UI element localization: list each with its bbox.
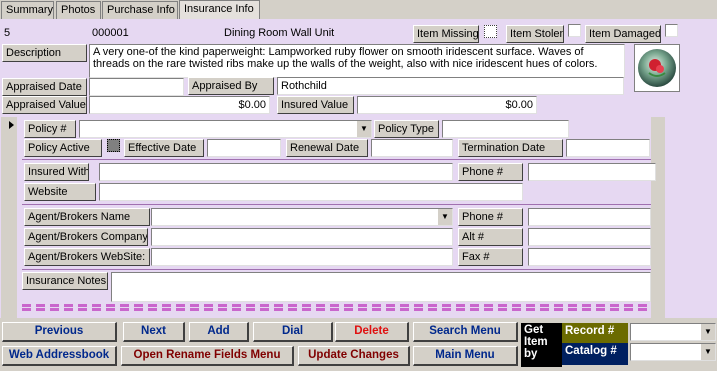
policy-type-field[interactable] bbox=[442, 120, 569, 138]
search-menu-button[interactable]: Search Menu bbox=[413, 322, 518, 342]
agent-phone-label: Phone # bbox=[458, 208, 523, 226]
agent-company-label: Agent/Brokers Company bbox=[24, 228, 148, 246]
insurance-panel: 5 000001 Dining Room Wall Unit Item Miss… bbox=[0, 19, 717, 318]
right-gutter bbox=[651, 117, 665, 318]
description-field[interactable]: A very one-of the kind paperweight: Lamp… bbox=[89, 44, 625, 78]
item-number: 5 bbox=[4, 27, 11, 39]
policy-active-checkbox[interactable] bbox=[107, 139, 120, 152]
policy-type-label: Policy Type bbox=[374, 120, 439, 138]
agent-website-field[interactable] bbox=[151, 248, 453, 266]
rename-fields-button[interactable]: Open Rename Fields Menu bbox=[121, 346, 294, 366]
divider bbox=[22, 204, 651, 205]
add-button[interactable]: Add bbox=[189, 322, 249, 342]
next-button[interactable]: Next bbox=[123, 322, 185, 342]
catalog-number-label: Catalog # bbox=[562, 343, 628, 365]
record-number-select[interactable]: ▼ bbox=[630, 323, 716, 341]
item-damaged-button[interactable]: Item Damaged bbox=[585, 25, 661, 43]
tab-purchase-info[interactable]: Purchase Info bbox=[102, 1, 178, 19]
record-selector[interactable] bbox=[1, 117, 17, 318]
item-missing-checkbox[interactable] bbox=[484, 25, 497, 38]
phone-label: Phone # bbox=[458, 163, 523, 181]
item-name: Dining Room Wall Unit bbox=[224, 27, 335, 39]
policy-number-select[interactable]: ▼ bbox=[79, 120, 372, 138]
insurance-notes-field[interactable] bbox=[111, 272, 651, 302]
update-changes-button[interactable]: Update Changes bbox=[298, 346, 410, 366]
previous-button[interactable]: Previous bbox=[2, 322, 117, 342]
phone-field[interactable] bbox=[528, 163, 656, 181]
appraised-date-field[interactable] bbox=[89, 78, 184, 96]
alt-phone-label: Alt # bbox=[458, 228, 523, 246]
effective-date-field[interactable] bbox=[207, 139, 281, 157]
record-separator bbox=[22, 304, 651, 311]
record-number-label: Record # bbox=[562, 323, 628, 343]
agent-website-button[interactable]: Agent/Brokers WebSite: bbox=[24, 248, 150, 266]
agent-name-label: Agent/Brokers Name bbox=[24, 208, 150, 226]
chevron-down-icon[interactable]: ▼ bbox=[356, 121, 371, 137]
tab-insurance-info[interactable]: Insurance Info bbox=[179, 0, 260, 20]
alt-phone-field[interactable] bbox=[528, 228, 651, 246]
termination-date-label: Termination Date bbox=[458, 139, 563, 157]
insured-value-label: Insured Value bbox=[277, 96, 354, 114]
policy-subform: Policy # ▼ Policy Type Policy Active Eff… bbox=[18, 117, 656, 318]
divider bbox=[22, 159, 651, 160]
policy-number-label: Policy # bbox=[24, 120, 76, 138]
termination-date-field[interactable] bbox=[566, 139, 650, 157]
agent-company-field[interactable] bbox=[151, 228, 453, 246]
description-button[interactable]: Description bbox=[2, 44, 87, 62]
divider bbox=[22, 269, 651, 270]
tab-photos[interactable]: Photos bbox=[56, 1, 101, 19]
catalog-number-select[interactable]: ▼ bbox=[630, 343, 716, 361]
item-code: 000001 bbox=[92, 27, 129, 39]
insured-with-field[interactable] bbox=[99, 163, 453, 181]
fax-label: Fax # bbox=[458, 248, 523, 266]
chevron-down-icon[interactable]: ▼ bbox=[437, 209, 452, 225]
insured-value-field[interactable]: $0.00 bbox=[357, 96, 537, 114]
item-missing-button[interactable]: Item Missing bbox=[413, 25, 479, 43]
appraised-by-field[interactable]: Rothchild bbox=[277, 77, 624, 95]
appraised-date-label: Appraised Date bbox=[2, 78, 87, 96]
tab-summary[interactable]: Summary bbox=[1, 1, 54, 19]
main-menu-button[interactable]: Main Menu bbox=[413, 346, 518, 366]
item-damaged-checkbox[interactable] bbox=[665, 24, 678, 37]
item-photo-thumbnail[interactable] bbox=[634, 44, 680, 92]
renewal-date-field[interactable] bbox=[371, 139, 453, 157]
website-field[interactable] bbox=[99, 183, 523, 201]
web-addressbook-button[interactable]: Web Addressbook bbox=[2, 346, 117, 366]
dial-button[interactable]: Dial bbox=[253, 322, 333, 342]
get-item-by-label: Get Item by bbox=[521, 323, 562, 367]
item-stolen-checkbox[interactable] bbox=[568, 24, 581, 37]
appraised-value-label: Appraised Value bbox=[2, 96, 87, 114]
insured-with-button[interactable]: Insured With bbox=[24, 163, 89, 181]
insurance-notes-label: Insurance Notes bbox=[22, 272, 108, 290]
policy-active-label: Policy Active bbox=[24, 139, 102, 157]
agent-phone-field[interactable] bbox=[528, 208, 651, 226]
record-pointer-icon bbox=[9, 121, 14, 129]
effective-date-label: Effective Date bbox=[124, 139, 204, 157]
fax-field[interactable] bbox=[528, 248, 651, 266]
delete-button[interactable]: Delete bbox=[335, 322, 409, 342]
item-stolen-button[interactable]: Item Stolen bbox=[506, 25, 564, 43]
website-button[interactable]: Website bbox=[24, 183, 96, 201]
chevron-down-icon[interactable]: ▼ bbox=[700, 344, 715, 360]
appraised-value-field[interactable]: $0.00 bbox=[89, 96, 270, 114]
renewal-date-label: Renewal Date bbox=[286, 139, 368, 157]
chevron-down-icon[interactable]: ▼ bbox=[700, 324, 715, 340]
agent-name-select[interactable]: ▼ bbox=[151, 208, 453, 226]
appraised-by-button[interactable]: Appraised By bbox=[188, 77, 274, 95]
